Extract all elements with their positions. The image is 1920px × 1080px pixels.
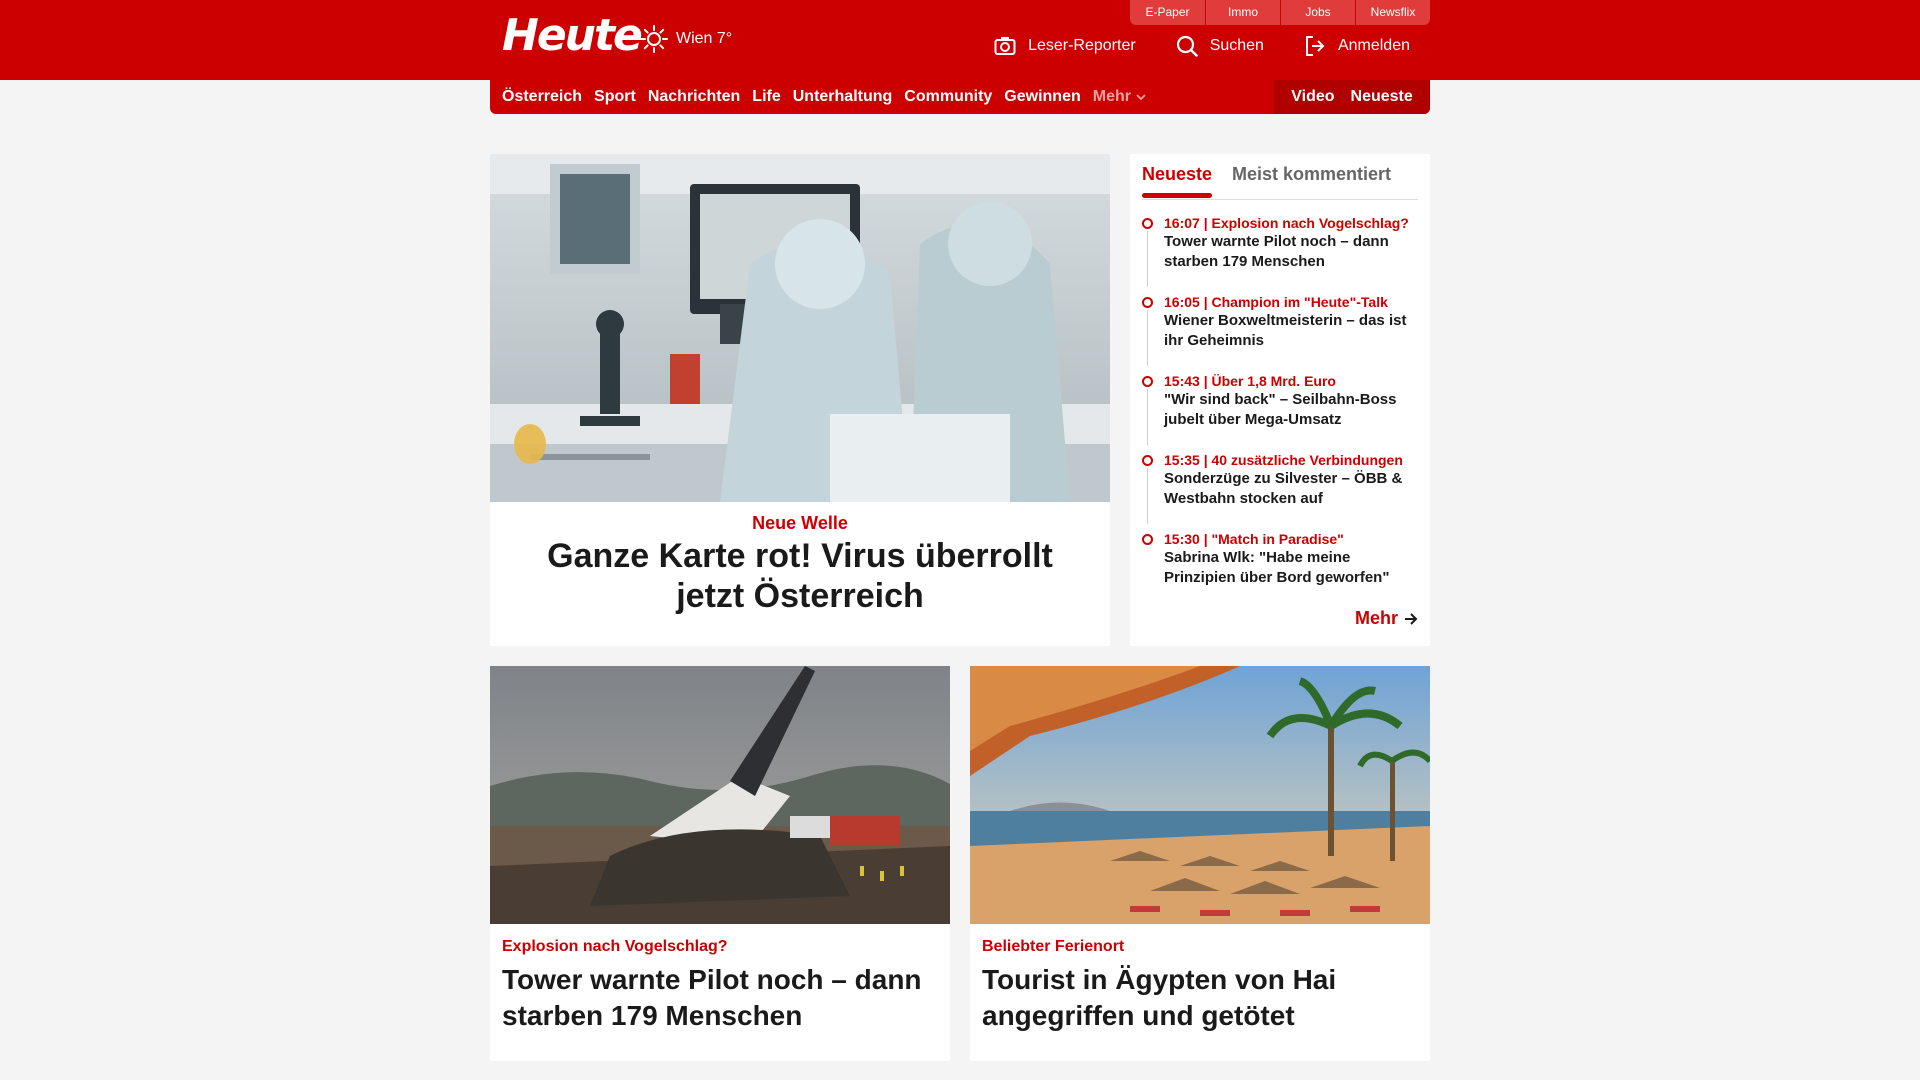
login-icon xyxy=(1305,36,1325,56)
search-icon xyxy=(1176,35,1198,57)
news-meta: 15:43 | Über 1,8 Mrd. Euro xyxy=(1164,373,1336,389)
card-headline[interactable]: Tourist in Ägypten von Hai angegriffen u… xyxy=(982,962,1402,1034)
nav-video[interactable]: Video xyxy=(1291,88,1334,106)
timeline-line xyxy=(1147,310,1148,366)
nav-links: Österreich Sport Nachrichten Life Unterh… xyxy=(502,80,1158,114)
article-card-egypt-beach[interactable]: Beliebter Ferienort Tourist in Ägypten v… xyxy=(970,666,1430,1061)
nav-item-community[interactable]: Community xyxy=(904,88,992,106)
arrow-right-icon xyxy=(1405,612,1418,625)
timeline-line xyxy=(1147,389,1148,445)
article-card-plane-crash[interactable]: Explosion nach Vogelschlag? Tower warnte… xyxy=(490,666,950,1061)
latest-news-panel: Neueste Meist kommentiert 16:07 | Explos… xyxy=(1130,154,1430,646)
weather-widget[interactable]: Wien 7° xyxy=(640,25,732,53)
tab-neueste[interactable]: Neueste xyxy=(1142,164,1213,198)
timeline-dot xyxy=(1142,376,1153,387)
card-headline[interactable]: Tower warnte Pilot noch – dann starben 1… xyxy=(502,962,922,1034)
search-button[interactable]: Suchen xyxy=(1176,35,1264,57)
util-link-jobs[interactable]: Jobs xyxy=(1280,0,1355,25)
news-tabs: Neueste Meist kommentiert xyxy=(1142,154,1418,200)
list-item[interactable]: 15:43 | Über 1,8 Mrd. Euro "Wir sind bac… xyxy=(1142,372,1418,451)
login-button[interactable]: Anmelden xyxy=(1304,35,1410,57)
news-title: Sonderzüge zu Silvester – ÖBB & Westbahn… xyxy=(1164,470,1403,507)
news-meta: 15:30 | "Match in Paradise" xyxy=(1164,531,1344,547)
hero-headline[interactable]: Ganze Karte rot! Virus überrollt jetzt Ö… xyxy=(510,536,1090,616)
news-title: Wiener Boxweltmeisterin – das ist ihr Ge… xyxy=(1164,312,1407,349)
card-kicker: Explosion nach Vogelschlag? xyxy=(502,938,728,955)
nav-item-unterhaltung[interactable]: Unterhaltung xyxy=(793,88,893,106)
news-meta: 16:07 | Explosion nach Vogelschlag? xyxy=(1164,215,1409,231)
news-list: 16:07 | Explosion nach Vogelschlag? Towe… xyxy=(1142,214,1418,609)
beach-illustration xyxy=(970,666,1430,924)
reporter-label: Leser-Reporter xyxy=(1028,37,1136,54)
hero-image-lab[interactable] xyxy=(490,154,1110,502)
list-item[interactable]: 16:05 | Champion im "Heute"-Talk Wiener … xyxy=(1142,293,1418,372)
main-nav: Österreich Sport Nachrichten Life Unterh… xyxy=(490,80,1430,114)
timeline-dot xyxy=(1142,218,1153,229)
news-meta: 16:05 | Champion im "Heute"-Talk xyxy=(1164,294,1388,310)
lab-scene-illustration xyxy=(490,154,1110,502)
timeline-dot xyxy=(1142,455,1153,466)
nav-more-label: Mehr xyxy=(1092,88,1131,105)
reporter-button[interactable]: Leser-Reporter xyxy=(994,36,1136,56)
nav-item-life[interactable]: Life xyxy=(752,88,780,106)
login-label: Anmelden xyxy=(1337,37,1410,54)
utility-links: E-Paper Immo Jobs Newsflix xyxy=(1130,0,1430,25)
news-title: Sabrina Wlk: "Habe meine Prinzipien über… xyxy=(1164,549,1390,586)
more-news-link[interactable]: Mehr xyxy=(1355,608,1418,629)
nav-item-nachrichten[interactable]: Nachrichten xyxy=(648,88,740,106)
card-image-beach[interactable] xyxy=(970,666,1430,924)
more-news-label: Mehr xyxy=(1354,608,1398,628)
search-label: Suchen xyxy=(1209,37,1264,54)
timeline-line xyxy=(1147,231,1148,287)
nav-item-oesterreich[interactable]: Österreich xyxy=(502,88,582,106)
list-item[interactable]: 15:35 | 40 zusätzliche Verbindungen Sond… xyxy=(1142,451,1418,530)
plane-crash-illustration xyxy=(490,666,950,924)
hero-article[interactable]: Neue Welle Ganze Karte rot! Virus überro… xyxy=(490,154,1110,646)
nav-right: Video Neueste xyxy=(1274,80,1430,114)
header-actions: Leser-Reporter Suchen Anmelden xyxy=(954,35,1410,57)
nav-newest[interactable]: Neueste xyxy=(1351,88,1413,106)
nav-item-sport[interactable]: Sport xyxy=(594,88,636,106)
timeline-line xyxy=(1147,468,1148,524)
nav-item-gewinnen[interactable]: Gewinnen xyxy=(1004,88,1080,106)
site-header: Heute Wien 7° E-Paper Immo Jobs Newsflix xyxy=(0,0,1920,80)
util-link-newsflix[interactable]: Newsflix xyxy=(1355,0,1430,25)
timeline-dot xyxy=(1142,297,1153,308)
list-item[interactable]: 16:07 | Explosion nach Vogelschlag? Towe… xyxy=(1142,214,1418,293)
hero-kicker: Neue Welle xyxy=(752,513,848,533)
news-meta: 15:35 | 40 zusätzliche Verbindungen xyxy=(1164,452,1403,468)
news-title: "Wir sind back" – Seilbahn-Boss jubelt ü… xyxy=(1164,391,1397,428)
util-link-epaper[interactable]: E-Paper xyxy=(1130,0,1205,25)
timeline-dot xyxy=(1142,534,1153,545)
chevron-down-icon xyxy=(1136,93,1146,100)
tab-meist-kommentiert[interactable]: Meist kommentiert xyxy=(1232,164,1391,185)
camera-icon xyxy=(994,37,1016,55)
news-title: Tower warnte Pilot noch – dann starben 1… xyxy=(1164,233,1389,270)
util-link-immo[interactable]: Immo xyxy=(1205,0,1280,25)
site-logo[interactable]: Heute xyxy=(502,12,643,60)
header-inner: Heute Wien 7° E-Paper Immo Jobs Newsflix xyxy=(490,0,1430,80)
card-image-plane-crash[interactable] xyxy=(490,666,950,924)
card-kicker: Beliebter Ferienort xyxy=(982,938,1125,955)
sun-icon xyxy=(640,25,668,53)
weather-label: Wien 7° xyxy=(676,30,733,47)
nav-more-dropdown[interactable]: Mehr xyxy=(1093,88,1146,106)
list-item[interactable]: 15:30 | "Match in Paradise" Sabrina Wlk:… xyxy=(1142,530,1418,609)
